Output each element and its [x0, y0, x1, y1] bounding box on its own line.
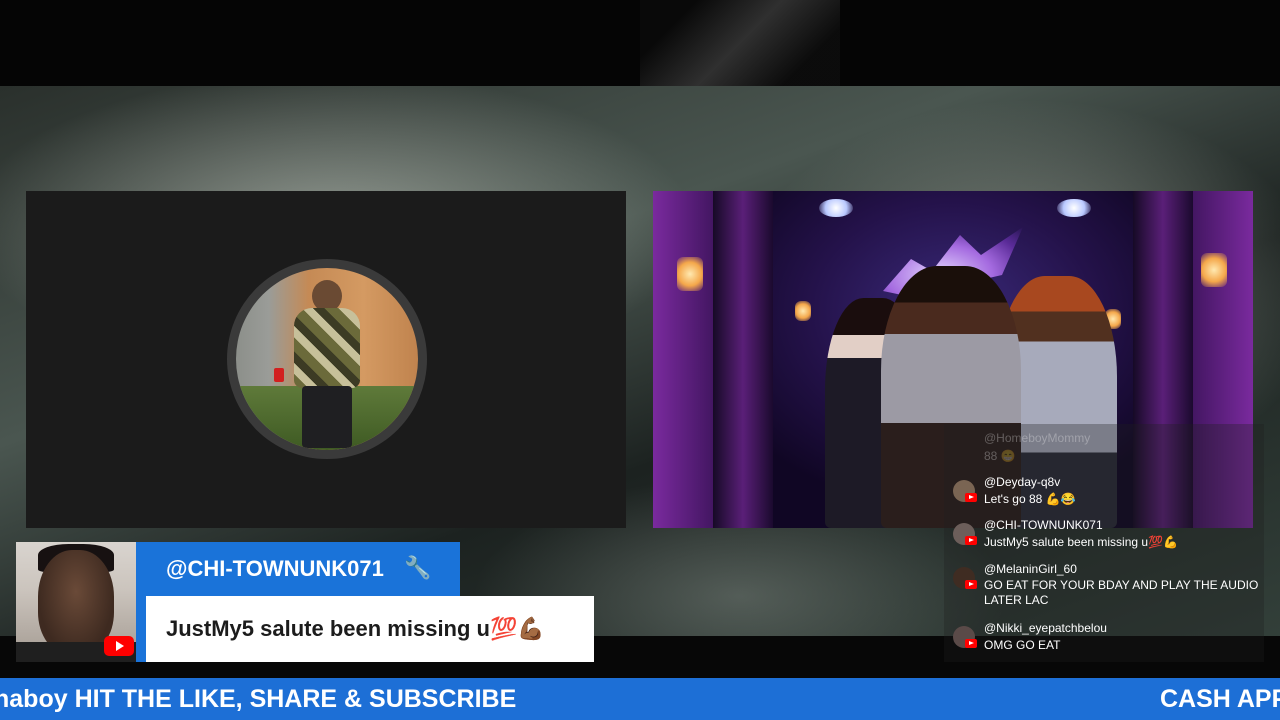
youtube-icon	[965, 580, 977, 589]
avatar-face	[38, 550, 114, 654]
chat-text: GO EAT FOR YOUR BDAY AND PLAY THE AUDIO …	[984, 578, 1259, 607]
chat-message: @Deyday-q8v Let's go 88 💪😂	[944, 474, 1264, 514]
featured-message: JustMy5 salute been missing u💯💪🏾	[166, 616, 545, 641]
chat-message: @CHI-TOWNUNK071 JustMy5 salute been miss…	[944, 517, 1264, 557]
poster-left-pillar	[713, 191, 773, 528]
featured-message-box: JustMy5 salute been missing u💯💪🏾	[146, 596, 594, 662]
avatar-red-cup	[274, 368, 284, 382]
avatar-figure-legs	[302, 386, 352, 448]
lantern-icon	[1201, 253, 1227, 287]
ticker-text: CASH APP	[1160, 685, 1280, 713]
chat-text: 88 😁	[984, 449, 1016, 463]
chat-text: JustMy5 salute been missing u💯💪	[984, 535, 1178, 549]
chat-username: @MelaninGirl_60	[984, 562, 1077, 576]
lantern-icon	[795, 301, 811, 321]
chat-username: @Deyday-q8v	[984, 475, 1061, 489]
host-avatar	[236, 268, 418, 450]
chat-username: @Nikki_eyepatchbelou	[984, 621, 1107, 635]
live-chat-overlay: @HomeboyMommy 88 😁 @Deyday-q8v Let's go …	[944, 424, 1264, 662]
ticker-text: haboy HIT THE LIKE, SHARE & SUBSCRIBE	[0, 685, 517, 713]
featured-username-bar: @CHI-TOWNUNK071 🔧	[136, 542, 460, 596]
chat-message: @MelaninGirl_60 GO EAT FOR YOUR BDAY AND…	[944, 561, 1264, 617]
chat-message: @Nikki_eyepatchbelou OMG GO EAT	[944, 620, 1264, 660]
chat-message: @HomeboyMommy 88 😁	[944, 430, 1264, 470]
wrench-icon: 🔧	[404, 555, 432, 580]
chat-username: @CHI-TOWNUNK071	[984, 518, 1103, 532]
chat-text: Let's go 88 💪😂	[984, 492, 1076, 506]
avatar-figure-body	[294, 308, 360, 388]
ceiling-light-icon	[819, 199, 853, 217]
youtube-icon	[965, 639, 977, 648]
scrolling-ticker: haboy HIT THE LIKE, SHARE & SUBSCRIBE CA…	[0, 678, 1280, 720]
youtube-icon	[104, 636, 134, 656]
youtube-icon	[965, 493, 977, 502]
youtube-icon	[965, 536, 977, 545]
left-video-panel	[26, 191, 626, 528]
host-avatar-ring	[227, 259, 427, 459]
ceiling-light-icon	[1057, 199, 1091, 217]
chat-username: @HomeboyMommy	[984, 431, 1091, 445]
background-top-shape	[640, 0, 840, 86]
featured-username: @CHI-TOWNUNK071	[166, 556, 384, 581]
lantern-icon	[677, 257, 703, 291]
chat-text: OMG GO EAT	[984, 638, 1061, 652]
featured-accent-strip	[136, 596, 146, 662]
